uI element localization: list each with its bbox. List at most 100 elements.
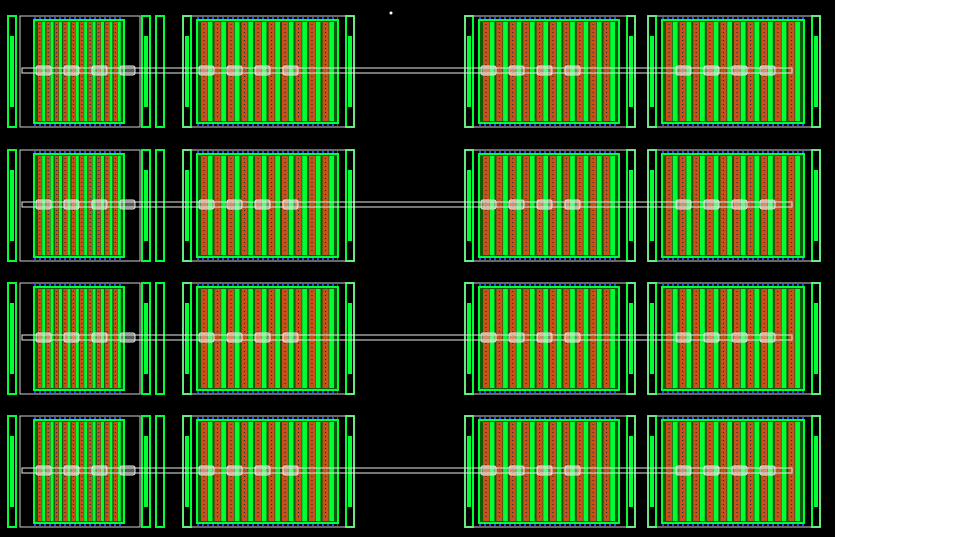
guard-rail-fill: [467, 36, 471, 107]
diffusion-finger: [221, 289, 226, 388]
bus-contact: [480, 465, 497, 476]
bus-contact: [675, 332, 692, 343]
diffusion-finger: [781, 422, 787, 521]
diffusion-finger: [503, 422, 508, 521]
transistor-block: [647, 149, 821, 262]
bus-contact: [35, 65, 52, 76]
guard-rail-fill: [185, 36, 189, 107]
bus-contact: [703, 465, 720, 476]
guard-rail-extra: [155, 149, 165, 262]
diffusion-finger: [275, 22, 280, 121]
bus-contact: [508, 65, 525, 76]
diffusion-finger: [275, 289, 280, 388]
bus-contact: [254, 199, 271, 210]
bus-contact: [536, 65, 553, 76]
diffusion-finger: [84, 422, 88, 521]
diffusion-finger: [583, 22, 589, 121]
transistor-block: [182, 282, 355, 395]
diffusion-finger: [596, 156, 602, 255]
diffusion-finger: [781, 156, 787, 255]
bus-contact: [731, 199, 748, 210]
diffusion-finger: [795, 289, 800, 388]
guard-rail-fill: [10, 303, 14, 374]
guard-rail-fill: [814, 436, 818, 507]
diffusion-finger: [795, 22, 800, 121]
bus-contact: [480, 199, 497, 210]
transistor-block: [7, 282, 165, 395]
diffusion-finger: [315, 422, 321, 521]
bus-contact: [536, 199, 553, 210]
bus-contact: [759, 65, 776, 76]
guard-rail-fill: [348, 170, 352, 241]
bus-contact: [564, 65, 581, 76]
bus-contact: [675, 199, 692, 210]
diffusion-finger: [610, 289, 615, 388]
layout-view[interactable]: [0, 0, 835, 537]
diffusion-finger: [59, 156, 62, 255]
diffusion-finger: [781, 22, 787, 121]
transistor-block: [182, 15, 355, 128]
transistor-block: [464, 415, 636, 528]
diffusion-finger: [503, 22, 508, 121]
bus-contact: [254, 465, 271, 476]
diffusion-finger: [556, 156, 562, 255]
diffusion-finger: [781, 289, 787, 388]
guard-rail-fill: [348, 436, 352, 507]
diffusion-finger: [59, 22, 62, 121]
transistor-row: [7, 282, 821, 395]
diffusion-finger: [59, 422, 62, 521]
bus-contact: [536, 465, 553, 476]
bus-contact: [119, 332, 136, 343]
bus-contact: [564, 199, 581, 210]
diffusion-finger: [556, 422, 562, 521]
bus-contact: [759, 199, 776, 210]
transistor-block: [7, 415, 165, 528]
bus-contact: [198, 199, 215, 210]
layout-canvas[interactable]: [0, 0, 835, 537]
transistor-block: [464, 15, 636, 128]
guard-rail-fill: [185, 303, 189, 374]
bus-contact: [731, 332, 748, 343]
guard-rail-fill: [650, 36, 654, 107]
bus-contact: [731, 465, 748, 476]
diffusion-finger: [610, 422, 615, 521]
diffusion-finger: [248, 289, 253, 388]
bus-contact: [759, 465, 776, 476]
bus-contact: [282, 199, 299, 210]
guard-rail-fill: [650, 170, 654, 241]
diffusion-finger: [248, 22, 253, 121]
bus-contact: [119, 65, 136, 76]
diffusion-finger: [302, 156, 307, 255]
diffusion-finger: [329, 22, 334, 121]
guard-rail-fill: [629, 303, 633, 374]
guard-rail-fill: [185, 436, 189, 507]
guard-rail-fill: [10, 36, 14, 107]
guard-rail-extra: [155, 282, 165, 395]
guard-rail-extra: [155, 15, 165, 128]
diffusion-finger: [503, 289, 508, 388]
bus-contact: [703, 65, 720, 76]
bus-contact: [91, 465, 108, 476]
bus-contact: [63, 465, 80, 476]
bus-contact: [703, 332, 720, 343]
diffusion-finger: [529, 22, 535, 121]
bus-contact: [564, 465, 581, 476]
diffusion-finger: [503, 156, 508, 255]
diffusion-finger: [109, 156, 113, 255]
transistor-block: [464, 149, 636, 262]
diffusion-finger: [302, 289, 307, 388]
diffusion-finger: [275, 156, 280, 255]
diffusion-finger: [529, 156, 535, 255]
guard-rail-fill: [650, 436, 654, 507]
bus-contact: [480, 332, 497, 343]
guard-rail-fill: [10, 170, 14, 241]
guard-rail-fill: [348, 303, 352, 374]
diffusion-finger: [329, 289, 334, 388]
diffusion-finger: [556, 22, 562, 121]
diffusion-finger: [795, 156, 800, 255]
bus-contact: [198, 65, 215, 76]
diffusion-finger: [583, 156, 589, 255]
bus-contact: [63, 65, 80, 76]
transistor-block: [7, 149, 165, 262]
diffusion-finger: [727, 156, 732, 255]
